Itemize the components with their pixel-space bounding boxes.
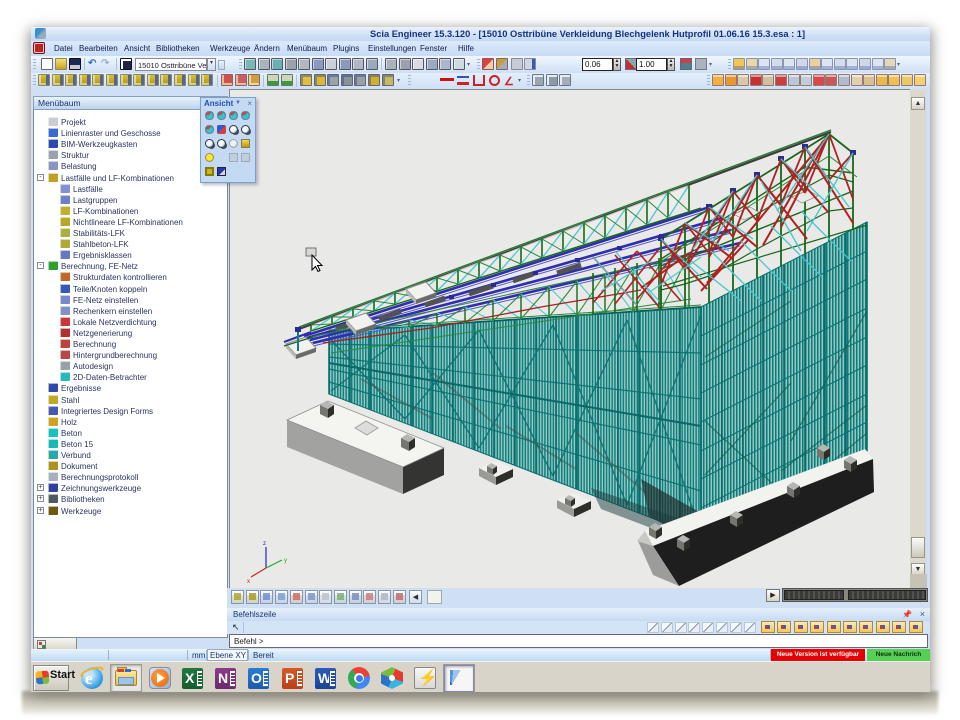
svg-text:x: x (247, 579, 250, 585)
svg-text:z: z (263, 541, 266, 547)
svg-text:y: y (284, 558, 287, 564)
